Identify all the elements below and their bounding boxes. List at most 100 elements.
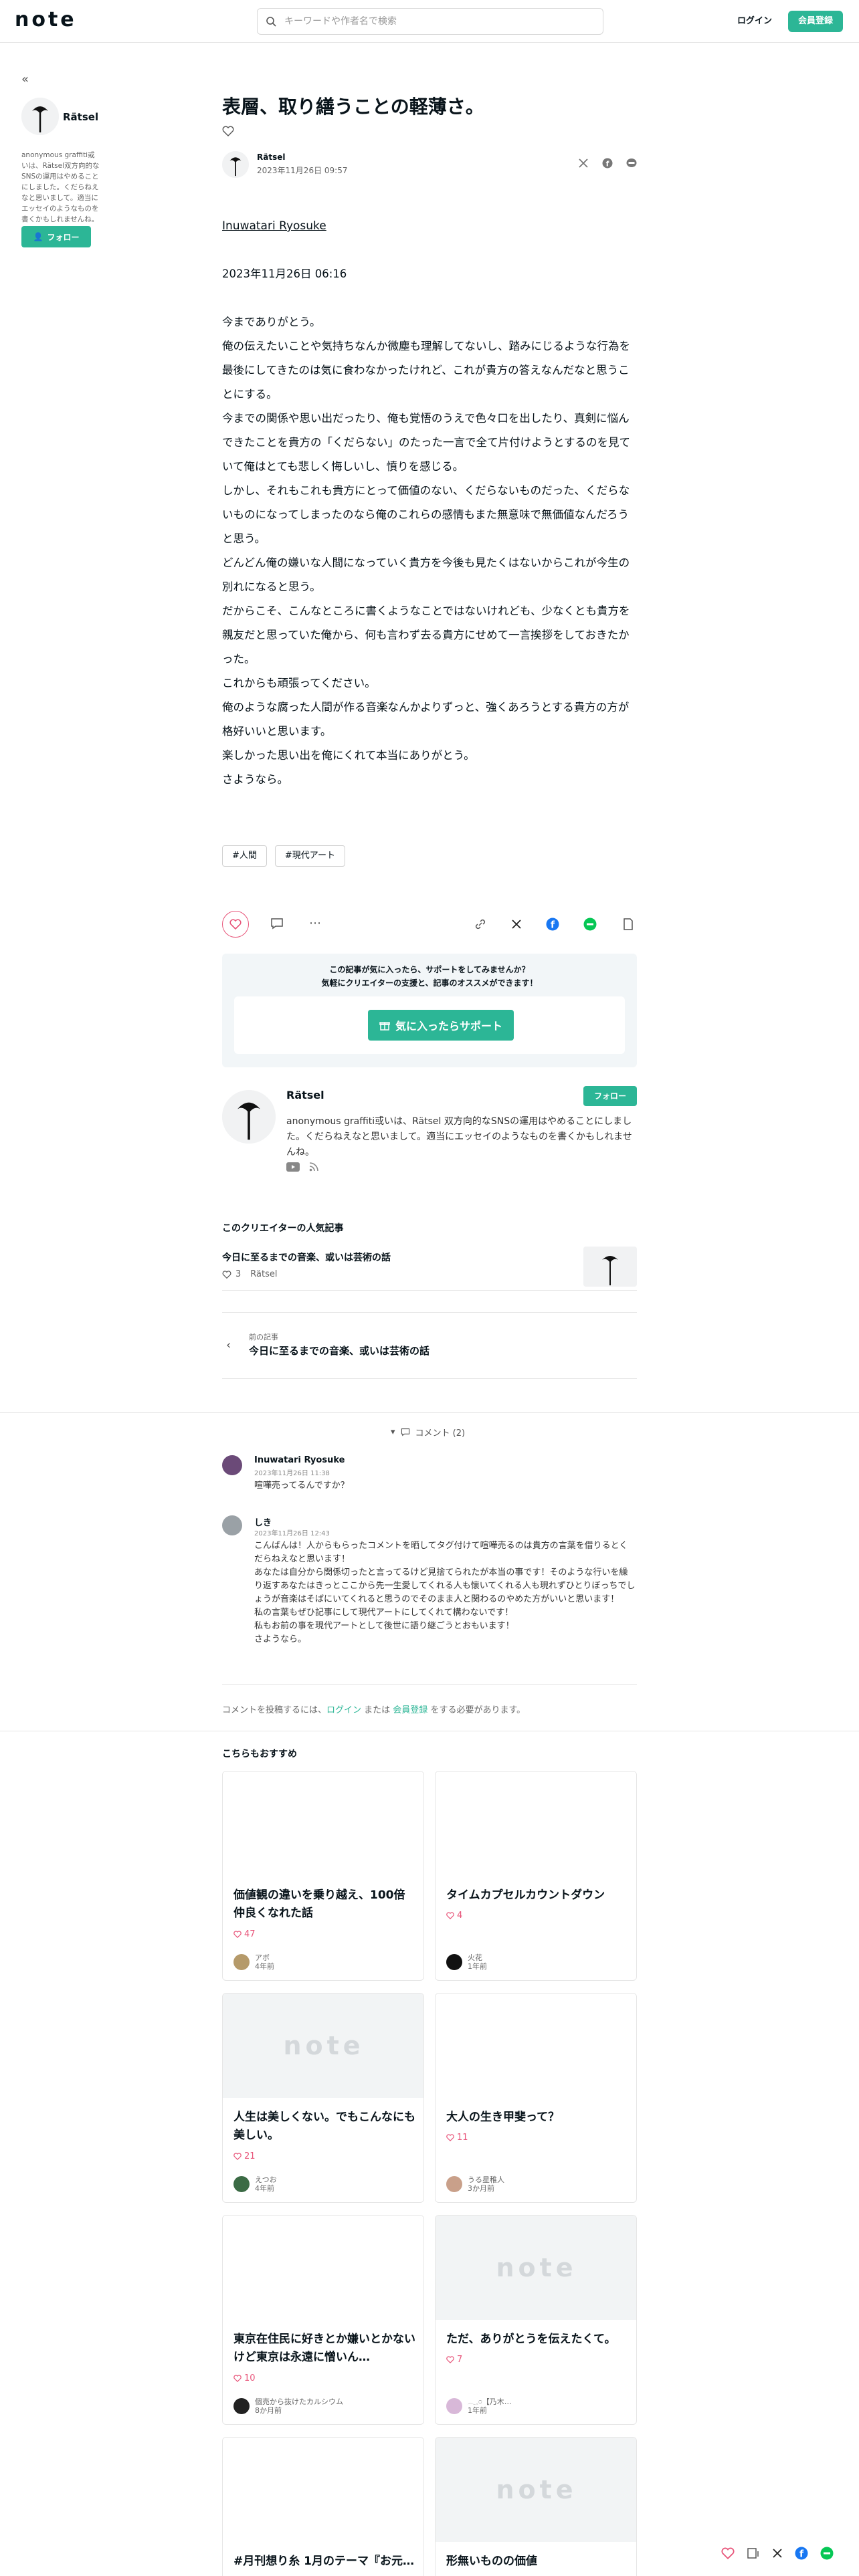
card-author-avatar bbox=[446, 2176, 462, 2192]
recommend-card[interactable]: 東京在住民に好きとか嫌いとかないけど東京は永遠に憎いん… 10 個売から抜けたカ… bbox=[222, 2215, 424, 2425]
paragraph: 今までありがとう。 bbox=[222, 316, 321, 328]
paragraph: これからも頑張ってください。 bbox=[222, 677, 376, 689]
signup-button[interactable]: 会員登録 bbox=[788, 11, 843, 32]
card-author-avatar bbox=[233, 1954, 250, 1970]
support-box: この記事が気に入ったら、サポートをしてみませんか？ 気軽にクリエイターの支援と、… bbox=[222, 954, 637, 1067]
note-text: コメントを投稿するには、 bbox=[222, 1705, 327, 1715]
popular-thumbnail bbox=[583, 1247, 637, 1287]
svg-text:f: f bbox=[799, 2549, 804, 2560]
comments-toggle[interactable]: ▾ コメント (2) bbox=[391, 1426, 465, 1438]
x-share-icon[interactable] bbox=[772, 2548, 783, 2559]
line-share-icon[interactable] bbox=[626, 158, 637, 169]
creator-description: anonymous graffiti或いは、Rätsel 双方向的なSNSの運用… bbox=[286, 1116, 632, 1158]
x-share-icon[interactable] bbox=[511, 919, 522, 930]
tag-ningen[interactable]: #人間 bbox=[222, 845, 267, 867]
previous-title: 今日に至るまでの音楽、或いは芸術の話 bbox=[249, 1345, 430, 1357]
note-signup-link[interactable]: 会員登録 bbox=[393, 1705, 427, 1715]
card-likes: 47 bbox=[233, 1929, 256, 1939]
search-box[interactable] bbox=[257, 8, 603, 35]
comment-icon[interactable] bbox=[270, 918, 284, 930]
card-author: アボ 4年前 bbox=[233, 1953, 274, 1971]
more-icon[interactable]: ⋯ bbox=[309, 918, 321, 930]
paragraph: さようなら。 bbox=[222, 773, 288, 786]
article-author-name[interactable]: Rätsel bbox=[257, 152, 285, 162]
support-message-1: この記事が気に入ったら、サポートをしてみませんか？ bbox=[329, 965, 530, 974]
recommend-card[interactable]: 大人の生き甲斐って？ 11 うる星稚人 3か月前 bbox=[435, 1993, 637, 2203]
comment-item: Inuwatari Ryosuke 2023年11月26日 11:38 喧嘩売っ… bbox=[222, 1455, 637, 1495]
collapse-sidebar-icon[interactable]: « bbox=[21, 72, 29, 86]
card-author: うる星稚人 3か月前 bbox=[446, 2175, 504, 2193]
sidebar-follow-button[interactable]: 👤 フォロー bbox=[21, 226, 91, 247]
author-avatar-small[interactable] bbox=[222, 151, 249, 178]
card-author-avatar bbox=[446, 2398, 462, 2414]
sidebar-author-description: anonymous graffiti或いは、Rätsel双方向的なSNSの運用は… bbox=[21, 151, 100, 223]
floating-action-bar: f bbox=[721, 2547, 834, 2560]
paragraph: 俺のような腐った人間が作る音楽なんかよりずっと、強くあろうとする貴方の方が格好い… bbox=[222, 701, 630, 738]
card-likes: 4 bbox=[446, 1911, 462, 1921]
site-header: note ログイン 会員登録 bbox=[0, 0, 859, 43]
link-copy-icon[interactable] bbox=[474, 918, 487, 931]
commenter-name[interactable]: Inuwatari Ryosuke bbox=[254, 1455, 345, 1465]
support-button[interactable]: 気に入ったらサポート bbox=[368, 1010, 514, 1041]
note-login-link[interactable]: ログイン bbox=[326, 1705, 361, 1715]
rss-icon[interactable] bbox=[309, 1162, 318, 1172]
share-icons: f bbox=[578, 158, 637, 169]
line-share-icon[interactable] bbox=[583, 918, 597, 931]
comments-count: コメント (2) bbox=[415, 1428, 466, 1438]
card-likes: 11 bbox=[446, 2133, 468, 2143]
youtube-icon[interactable] bbox=[286, 1162, 300, 1172]
commenter-avatar[interactable] bbox=[222, 1515, 242, 1535]
card-author-name: 火花 bbox=[468, 1953, 482, 1962]
recommend-card[interactable]: 価値観の違いを乗り越え、100倍仲良くなれた話 47 アボ 4年前 bbox=[222, 1771, 424, 1981]
card-age: 3か月前 bbox=[468, 2184, 494, 2193]
card-thumbnail bbox=[223, 2438, 423, 2542]
facebook-share-icon[interactable]: f bbox=[795, 2547, 808, 2560]
author-avatar[interactable] bbox=[21, 98, 59, 135]
card-title: 形無いものの価値 bbox=[446, 2555, 537, 2568]
recommend-card[interactable]: タイムカプセルカウントダウン 4 火花 1年前 bbox=[435, 1771, 637, 1981]
heart-icon bbox=[222, 1270, 231, 1279]
sidebar-author-name[interactable]: Rätsel bbox=[63, 111, 98, 123]
search-input[interactable] bbox=[284, 16, 603, 27]
recommend-card[interactable]: note ただ、ありがとうを伝えたくて。 7 𓂃𓈒𓏸【乃木… 1年前 bbox=[435, 2215, 637, 2425]
creator-name[interactable]: Rätsel bbox=[286, 1089, 324, 1101]
creator-avatar[interactable] bbox=[222, 1090, 276, 1144]
card-title: 人生は美しくない。でもこんなにも美しい。 bbox=[233, 2111, 415, 2142]
previous-label: 前の記事 bbox=[249, 1333, 278, 1341]
tag-gendai-art[interactable]: #現代アート bbox=[274, 845, 346, 867]
comment-text: こんばんは！人からもらったコメントを晒してタグ付けて喧嘩売るのは貴方の言葉を借り… bbox=[254, 1541, 636, 1644]
card-thumbnail bbox=[436, 1994, 636, 2098]
magazine-add-icon[interactable] bbox=[747, 2547, 760, 2559]
creator-follow-button[interactable]: フォロー bbox=[583, 1086, 637, 1106]
commenter-name[interactable]: しき bbox=[254, 1515, 272, 1528]
note-text: または bbox=[361, 1705, 393, 1715]
like-button[interactable] bbox=[222, 911, 249, 938]
card-title: 大人の生き甲斐って？ bbox=[446, 2111, 560, 2124]
note-logo[interactable]: note bbox=[15, 8, 77, 31]
like-float-icon[interactable] bbox=[721, 2547, 735, 2559]
recommend-card[interactable]: #月刊想り糸 1月のテーマ『お元… bbox=[222, 2437, 424, 2576]
facebook-share-icon[interactable]: f bbox=[602, 158, 613, 169]
addressee: Inuwatari Ryosuke bbox=[222, 219, 326, 233]
creator-profile: Rätsel フォロー anonymous graffiti或いは、Rätsel… bbox=[222, 1086, 637, 1186]
divider bbox=[0, 1412, 859, 1413]
previous-article[interactable]: ‹ 前の記事 今日に至るまでの音楽、或いは芸術の話 bbox=[222, 1312, 637, 1379]
likes-count: 47 bbox=[244, 1929, 256, 1939]
popular-article[interactable]: 今日に至るまでの音楽、或いは芸術の話 3 Rätsel bbox=[222, 1243, 637, 1291]
facebook-share-icon[interactable]: f bbox=[546, 918, 559, 931]
line-share-icon[interactable] bbox=[820, 2547, 834, 2560]
commenter-avatar[interactable] bbox=[222, 1455, 242, 1475]
recommend-heading: こちらもおすすめ bbox=[222, 1749, 297, 1759]
article-body: Inuwatari Ryosuke 2023年11月26日 06:16 今まであ… bbox=[222, 214, 637, 792]
card-author-avatar bbox=[233, 2176, 250, 2192]
bookmark-icon[interactable] bbox=[622, 918, 634, 931]
card-author-name: 個売から抜けたカルシウム bbox=[255, 2397, 343, 2406]
x-share-icon[interactable] bbox=[578, 158, 589, 169]
card-thumbnail bbox=[436, 1772, 636, 1876]
login-link[interactable]: ログイン bbox=[729, 12, 780, 31]
like-small-icon[interactable] bbox=[222, 126, 637, 136]
paragraph: 楽しかった思い出を俺にくれて本当にありがとう。 bbox=[222, 749, 475, 762]
recommend-card[interactable]: note 人生は美しくない。でもこんなにも美しい。 21 えつお 4年前 bbox=[222, 1993, 424, 2203]
recommend-card[interactable]: note 形無いものの価値 bbox=[435, 2437, 637, 2576]
comment-icon bbox=[401, 1428, 410, 1436]
